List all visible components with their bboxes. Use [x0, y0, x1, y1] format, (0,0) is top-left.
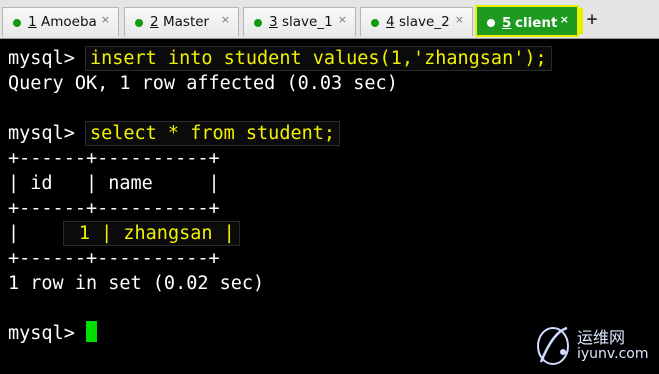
prompt: mysql> [8, 48, 86, 69]
watermark-text: 运维网 [577, 328, 626, 347]
terminal-line: 1 row in set (0.02 sec) [8, 273, 265, 294]
prompt: mysql> [8, 123, 86, 144]
close-icon[interactable]: × [101, 13, 110, 26]
watermark: 运维网 iyunv.com [533, 322, 653, 370]
table-border: +------+----------+ [8, 198, 220, 219]
session-status-icon [13, 19, 21, 27]
command-text: select * from student; [85, 122, 340, 145]
text-cursor [85, 321, 97, 342]
table-border: +------+----------+ [8, 148, 220, 169]
tab-label: Master [163, 14, 210, 30]
session-status-icon [254, 19, 262, 27]
tab-number: 4 [386, 14, 395, 30]
table-row: | 1 | zhangsan | [8, 221, 239, 246]
add-tab-button[interactable]: + [585, 10, 599, 32]
terminal-line: Query OK, 1 row affected (0.03 sec) [8, 73, 398, 94]
session-status-icon [487, 19, 495, 27]
close-icon[interactable]: × [221, 13, 230, 26]
row-left: | [8, 223, 64, 244]
tab-divider [579, 8, 583, 34]
tab-label: client [515, 15, 558, 31]
close-icon[interactable]: × [455, 13, 464, 26]
close-icon[interactable]: × [338, 13, 347, 26]
tab-label: slave_1 [282, 14, 333, 30]
prompt: mysql> [8, 323, 86, 344]
terminal-line: mysql> select * from student; [8, 121, 340, 146]
tab-client[interactable]: 5 client × [475, 5, 579, 37]
tab-slave-2[interactable]: 4 slave_2 × [360, 7, 473, 36]
watermark-logo-icon [537, 326, 569, 365]
tab-label: slave_2 [399, 14, 450, 30]
tab-slave-1[interactable]: 3 slave_1 × [243, 7, 356, 36]
tab-number: 2 [150, 14, 159, 30]
session-status-icon [135, 19, 143, 27]
command-text: insert into student values(1,'zhangsan')… [85, 47, 551, 70]
terminal-line: mysql> [8, 321, 97, 346]
watermark-text: iyunv.com [577, 346, 649, 362]
tab-number: 3 [269, 14, 278, 30]
tab-bar: 1 Amoeba × 2 Master × 3 slave_1 × 4 slav… [0, 0, 659, 39]
tab-amoeba[interactable]: 1 Amoeba × [2, 7, 119, 36]
table-border: +------+----------+ [8, 248, 220, 269]
session-status-icon [371, 19, 379, 27]
tab-master[interactable]: 2 Master × [124, 7, 239, 36]
tab-number: 5 [502, 15, 512, 31]
row-value: 1 | zhangsan | [63, 222, 239, 245]
close-icon[interactable]: × [560, 13, 569, 26]
terminal-line: mysql> insert into student values(1,'zha… [8, 46, 551, 71]
tab-number: 1 [28, 14, 37, 30]
table-header: | id | name | [8, 173, 220, 194]
tab-label: Amoeba [41, 14, 97, 30]
